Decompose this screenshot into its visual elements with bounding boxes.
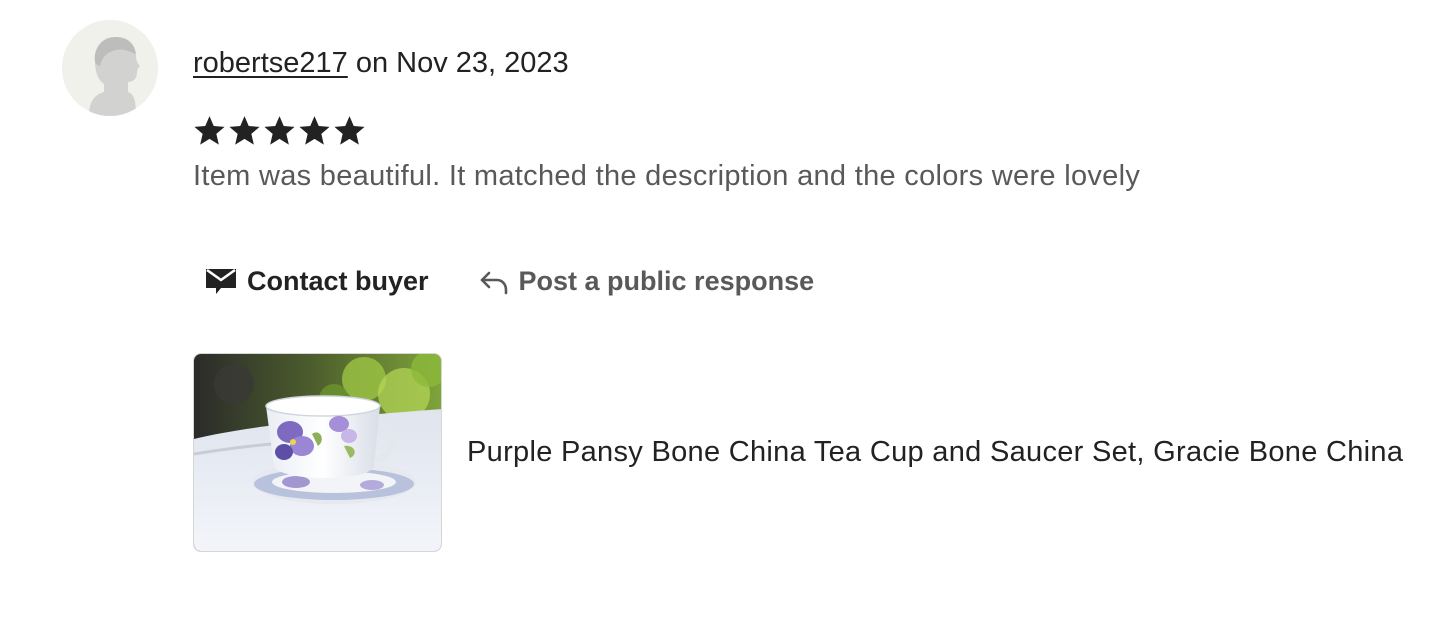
post-public-response-label: Post a public response [518, 265, 815, 296]
default-avatar-icon [62, 20, 158, 116]
envelope-icon [205, 266, 237, 296]
star-rating [192, 112, 367, 152]
listing-title: Purple Pansy Bone China Tea Cup and Sauc… [467, 436, 1404, 468]
review-card: robertse217 on Nov 23, 2023 Item was bea… [0, 0, 1445, 633]
contact-buyer-button[interactable]: Contact buyer [193, 258, 443, 304]
listing-thumbnail[interactable] [193, 353, 442, 552]
star-icon [299, 116, 330, 145]
star-icon [264, 116, 295, 145]
reviewer-username-link[interactable]: robertse217 [193, 47, 348, 79]
contact-buyer-label: Contact buyer [247, 265, 429, 296]
avatar[interactable] [62, 20, 158, 116]
star-icon [194, 116, 225, 145]
star-icon [229, 116, 260, 145]
post-public-response-button[interactable]: Post a public response [465, 258, 829, 304]
listing-link[interactable]: Purple Pansy Bone China Tea Cup and Sauc… [193, 353, 1403, 552]
reply-arrow-icon [479, 267, 509, 295]
review-actions: Contact buyer Post a public response [193, 258, 828, 304]
review-header: robertse217 on Nov 23, 2023 [193, 44, 569, 82]
star-icon [334, 116, 365, 145]
review-date: on Nov 23, 2023 [347, 47, 569, 79]
review-text: Item was beautiful. It matched the descr… [193, 160, 1141, 192]
